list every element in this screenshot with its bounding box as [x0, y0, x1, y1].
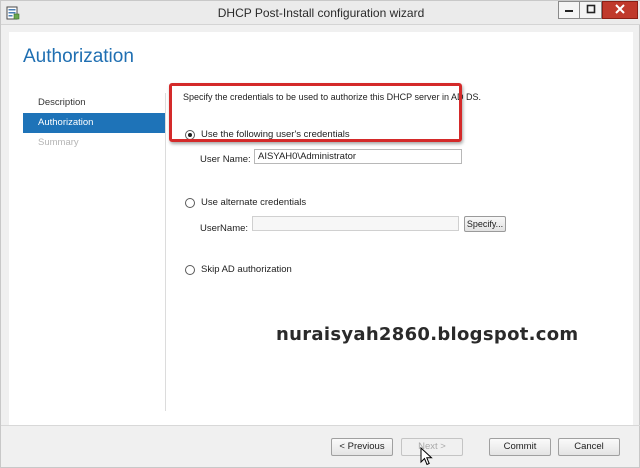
- skip-radio[interactable]: [185, 264, 195, 275]
- wizard-window: DHCP Post-Install configuration wizard A…: [0, 0, 640, 468]
- highlight-annotation: [169, 83, 462, 142]
- skip-label: Skip AD authorization: [201, 264, 292, 275]
- nav-item-description[interactable]: Description: [23, 93, 165, 113]
- title-bar[interactable]: DHCP Post-Install configuration wizard: [1, 1, 640, 25]
- window-title: DHCP Post-Install configuration wizard: [217, 6, 425, 20]
- alternate-username-field[interactable]: [252, 216, 459, 231]
- minimize-button[interactable]: [558, 1, 580, 19]
- nav-divider: [165, 93, 166, 411]
- watermark-text: nuraisyah2860.blogspot.com: [276, 324, 579, 345]
- close-button[interactable]: [602, 1, 638, 19]
- maximize-icon: [586, 4, 596, 16]
- option-skip[interactable]: Skip AD authorization: [185, 264, 292, 275]
- mouse-pointer-icon: [420, 446, 434, 467]
- nav-item-authorization[interactable]: Authorization: [23, 113, 165, 133]
- previous-button[interactable]: < Previous: [331, 438, 393, 456]
- username-value-field[interactable]: AISYAH0\Administrator: [254, 149, 462, 164]
- close-icon: [614, 3, 626, 17]
- maximize-button[interactable]: [580, 1, 602, 19]
- cancel-button[interactable]: Cancel: [558, 438, 620, 456]
- option-alternate[interactable]: Use alternate credentials: [185, 197, 306, 208]
- alternate-radio[interactable]: [185, 197, 195, 208]
- specify-button[interactable]: Specify...: [464, 216, 506, 232]
- minimize-icon: [564, 4, 574, 16]
- footer-divider: [1, 425, 640, 426]
- commit-button[interactable]: Commit: [489, 438, 551, 456]
- username-label: User Name:: [200, 154, 251, 165]
- alternate-username-label: UserName:: [200, 223, 249, 234]
- nav-item-summary: Summary: [38, 137, 79, 148]
- wizard-nav: Description Authorization Summary: [23, 93, 165, 153]
- page-title: Authorization: [23, 46, 134, 67]
- alternate-label: Use alternate credentials: [201, 197, 307, 208]
